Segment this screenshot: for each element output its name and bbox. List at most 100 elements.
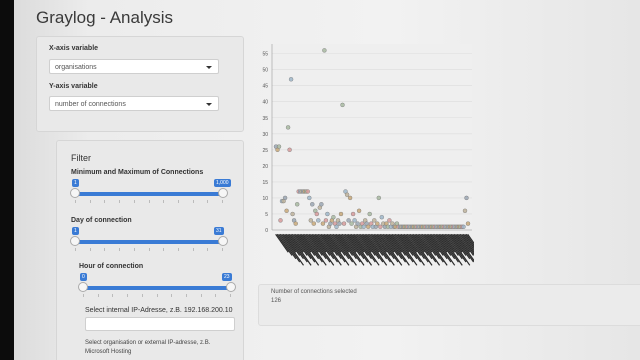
slider-ticks	[83, 294, 231, 300]
data-point	[352, 218, 357, 223]
data-point	[290, 211, 295, 217]
slider-min-value: 1	[72, 227, 79, 235]
data-point	[350, 211, 356, 217]
internal-ip-input[interactable]	[85, 317, 235, 331]
slider-max-handle[interactable]	[226, 282, 236, 292]
slider-ticks	[75, 248, 223, 254]
slider-tick	[112, 294, 114, 297]
data-point	[314, 211, 320, 217]
data-point	[378, 224, 383, 230]
data-point	[367, 211, 372, 217]
slider-tick	[75, 248, 76, 251]
slider-tick	[171, 294, 173, 297]
data-point	[331, 214, 336, 220]
slider-min-value: 0	[80, 273, 87, 281]
slider-tick	[141, 294, 143, 297]
slider-min-handle[interactable]	[78, 282, 88, 292]
data-point	[310, 202, 315, 207]
data-point	[461, 224, 466, 230]
data-point	[282, 195, 288, 201]
slider-max-value: 1,000	[214, 179, 231, 187]
x-axis-select[interactable]: organisations	[49, 59, 219, 74]
internal-ip-label: Select internal IP-Adresse, z.B. 192.168…	[85, 307, 233, 314]
data-point	[293, 221, 298, 226]
slider-tick	[119, 200, 121, 203]
hour-range-slider[interactable]: 0 23	[78, 273, 236, 303]
slider-max-value: 23	[222, 273, 232, 281]
app-screen: Graylog - Analysis X-axis variable organ…	[14, 0, 640, 360]
data-point	[322, 48, 327, 53]
slider-tick	[89, 200, 91, 203]
slider-tick	[97, 294, 99, 297]
data-point	[361, 224, 366, 230]
organisation-label: Select organisation or external IP-adres…	[85, 340, 211, 355]
y-tick-label: 35	[262, 116, 268, 122]
connections-range-slider[interactable]: 1 1,000	[70, 179, 231, 209]
data-point	[465, 221, 471, 226]
data-point	[325, 211, 330, 217]
data-point	[334, 224, 339, 230]
day-range-label: Day of connection	[71, 217, 132, 224]
hour-range-label: Hour of connection	[79, 263, 144, 270]
data-point	[285, 125, 291, 130]
page-title: Graylog - Analysis	[36, 8, 173, 27]
slider-ticks	[75, 200, 223, 206]
slider-tick	[192, 200, 194, 203]
slider-tick	[75, 200, 76, 203]
data-point	[323, 218, 329, 223]
slider-tick	[148, 200, 150, 203]
slider-max-handle[interactable]	[218, 188, 228, 198]
y-tick-label: 0	[265, 228, 268, 234]
slider-tick	[133, 248, 135, 251]
plot-background	[272, 44, 472, 230]
y-axis-select-value: number of connections	[55, 101, 126, 108]
data-point	[347, 195, 353, 201]
data-point	[276, 144, 282, 149]
data-point	[340, 102, 345, 108]
data-point	[462, 208, 468, 214]
data-point	[319, 202, 324, 207]
slider-tick	[163, 248, 165, 251]
slider-fill	[75, 192, 223, 196]
y-axis-select[interactable]: number of connections	[49, 96, 219, 111]
slider-min-handle[interactable]	[70, 188, 80, 198]
data-point	[355, 221, 360, 226]
data-point	[387, 218, 392, 223]
slider-fill	[75, 240, 223, 244]
slider-min-handle[interactable]	[70, 236, 80, 246]
y-tick-label: 45	[262, 84, 268, 90]
slider-min-value: 1	[72, 179, 79, 187]
slider-tick	[177, 248, 179, 251]
summary-label: Number of connections selected	[271, 289, 357, 295]
slider-tick	[148, 248, 150, 251]
y-tick-label: 55	[262, 52, 268, 58]
data-point	[376, 195, 382, 201]
scatter-plot: 0 5 10 15 20 25 30 35 40 45 50 55	[250, 38, 474, 278]
day-range-slider[interactable]: 1 31	[70, 227, 228, 257]
slider-max-handle[interactable]	[218, 236, 228, 246]
slider-tick	[215, 294, 217, 297]
slider-tick	[119, 248, 121, 251]
data-point	[365, 224, 371, 230]
data-point	[356, 208, 362, 214]
slider-tick	[156, 294, 158, 297]
data-point	[346, 218, 351, 223]
y-tick-label: 30	[262, 132, 268, 138]
y-tick-label: 50	[262, 68, 268, 74]
data-point	[278, 218, 283, 223]
slider-tick	[127, 294, 129, 297]
slider-tick	[177, 200, 179, 203]
data-point	[341, 221, 347, 226]
filter-panel: Filter Minimum and Maximum of Connection…	[56, 140, 244, 360]
slider-tick	[104, 200, 106, 203]
x-axis-label: X-axis variable	[49, 45, 99, 52]
data-point	[464, 195, 469, 201]
data-point	[375, 221, 380, 226]
x-axis-select-value: organisations	[55, 64, 97, 71]
y-tick-label: 20	[262, 164, 268, 170]
data-point	[287, 147, 292, 153]
slider-tick	[207, 248, 209, 251]
selection-summary: Number of connections selected 126	[258, 284, 640, 326]
data-point	[316, 218, 321, 223]
data-point	[320, 221, 326, 226]
